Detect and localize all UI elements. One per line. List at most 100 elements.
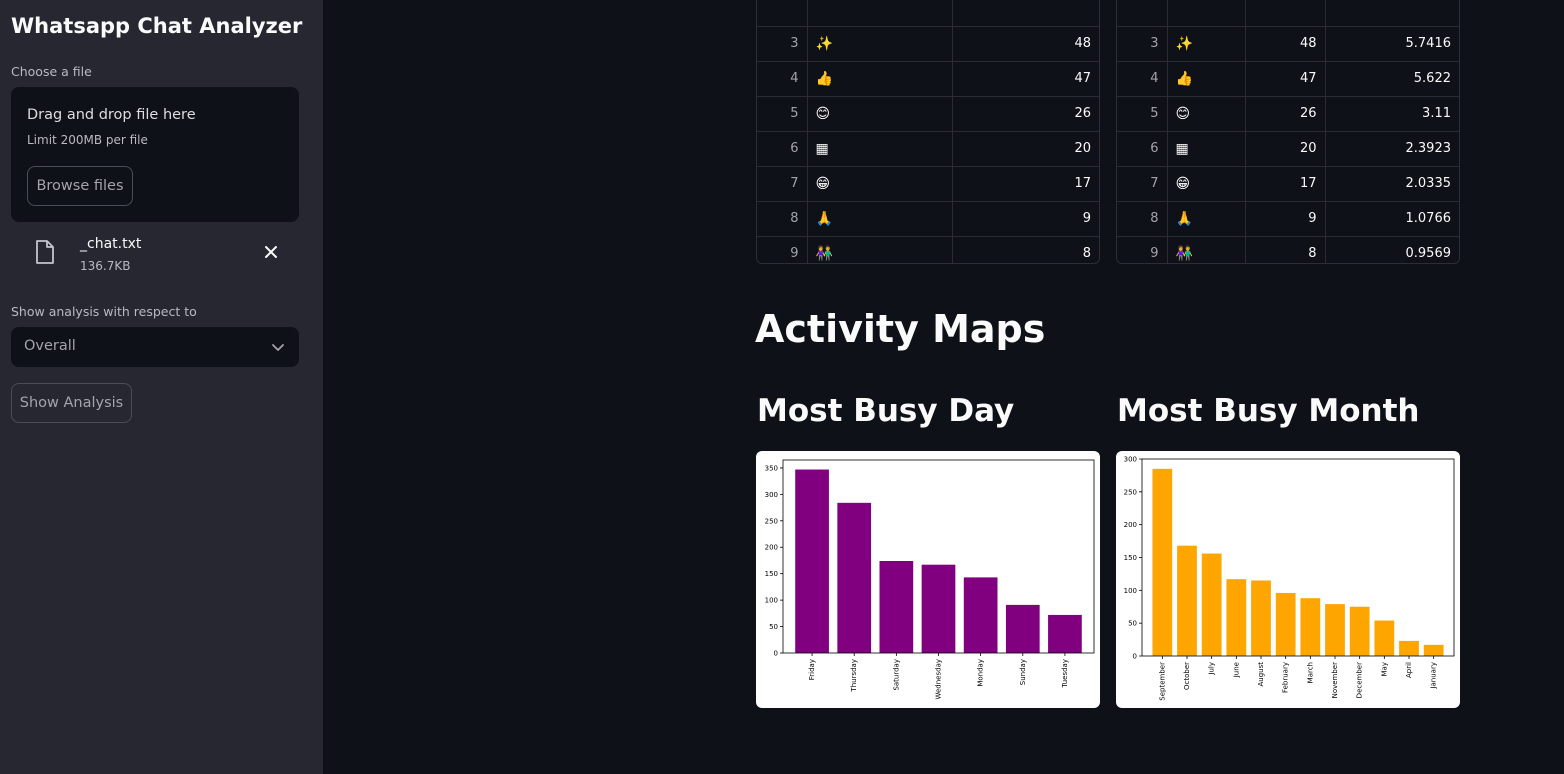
emoji-cell: 😊 (807, 96, 953, 132)
count-cell: 9 (1245, 201, 1326, 237)
busy-day-bar-chart: Friday Thursday Saturday Wednesday Monday Sun… (765, 459, 1095, 700)
uploaded-file: _chat.txt 136.7KB (11, 232, 299, 278)
x-tick-label: Tuesday (1061, 659, 1069, 688)
x-tick-label: Monday (977, 659, 985, 687)
row-index: 6 (1117, 131, 1168, 167)
count-cell: 47 (952, 61, 1099, 97)
busy-day-heading: Most Busy Day (757, 393, 1015, 429)
x-tick-label: Friday (808, 659, 816, 680)
x-tick-label: August (1257, 662, 1265, 687)
y-tick-label: 200 (1124, 521, 1137, 529)
count-cell: 26 (1245, 96, 1326, 132)
file-dropzone[interactable]: Drag and drop file here Limit 200MB per … (11, 87, 299, 222)
chevron-down-icon (272, 344, 284, 351)
table-row: 5 😊 26 (757, 96, 1099, 132)
emoji-cell: ▦ (1167, 131, 1246, 167)
percent-cell: 2.0335 (1325, 166, 1459, 202)
analysis-select[interactable]: Overall (11, 327, 299, 367)
table-row (1117, 0, 1459, 27)
x-tick-label: February (1282, 662, 1290, 693)
x-tick-label: Saturday (892, 659, 900, 691)
emoji-cell: 👫 (1167, 236, 1246, 263)
browse-files-button[interactable]: Browse files (27, 166, 133, 206)
table-row: 9 👫 8 0.9569 (1117, 236, 1459, 263)
count-cell: 47 (1245, 61, 1326, 97)
count-cell: 17 (1245, 166, 1326, 202)
x-tick-label: Wednesday (935, 659, 943, 700)
table-row: 9 👫 8 (757, 236, 1099, 263)
percent-cell: 2.3923 (1325, 131, 1459, 167)
x-tick-label: May (1380, 662, 1388, 676)
x-tick-label: July (1208, 662, 1216, 676)
emoji-cell: ▦ (807, 131, 953, 167)
y-tick-label: 50 (1128, 620, 1137, 628)
row-index: 5 (1117, 96, 1168, 132)
emoji-table-counts[interactable]: 3 ✨ 48 4 👍 47 5 😊 26 6 ▦ 20 7 😁 17 8 🙏 9 9 👫 8 (756, 0, 1100, 264)
y-tick-label: 300 (1124, 456, 1137, 464)
emoji-cell: 😁 (1167, 166, 1246, 202)
bar-tuesday (1048, 614, 1082, 653)
bar-march (1300, 598, 1321, 656)
row-index: 8 (757, 201, 808, 237)
count-cell: 48 (1245, 26, 1326, 62)
bar-sunday (1005, 604, 1040, 653)
percent-cell: 1.0766 (1325, 201, 1459, 237)
emoji-cell: 😁 (807, 166, 953, 202)
emoji-cell: 👍 (807, 61, 953, 97)
bar-november (1325, 604, 1345, 656)
table-row: 6 ▦ 20 2.3923 (1117, 131, 1459, 167)
show-analysis-button[interactable]: Show Analysis (11, 383, 132, 423)
y-tick-label: 150 (765, 570, 778, 578)
count-cell: 8 (1245, 236, 1326, 263)
bar-may (1374, 620, 1395, 656)
row-index: 3 (1117, 26, 1168, 62)
x-tick-label: December (1356, 662, 1364, 698)
emoji-percent-table: 3 ✨ 48 5.7416 4 👍 47 5.622 5 😊 26 3.11 6 ▦ 20 2.3923 7 😁 1… (1117, 0, 1459, 263)
table-cell (1245, 0, 1326, 27)
emoji-cell: ✨ (1167, 26, 1246, 62)
close-icon[interactable] (263, 244, 279, 260)
percent-cell: 0.9569 (1325, 236, 1459, 263)
table-row: 3 ✨ 48 (757, 26, 1099, 62)
table-row: 8 🙏 9 1.0766 (1117, 201, 1459, 237)
activity-maps-heading: Activity Maps (755, 307, 1046, 351)
table-cell (807, 0, 953, 27)
bar-august (1251, 580, 1271, 656)
x-tick-label: March (1306, 662, 1314, 683)
table-row: 4 👍 47 (757, 61, 1099, 97)
row-index: 8 (1117, 201, 1168, 237)
row-index: 9 (1117, 236, 1168, 263)
bar-monday (963, 577, 998, 653)
bar-july (1201, 553, 1222, 656)
file-name: _chat.txt (80, 236, 142, 252)
table-cell (1325, 0, 1459, 27)
emoji-table-percent[interactable]: 3 ✨ 48 5.7416 4 👍 47 5.622 5 😊 26 3.11 6 ▦ 20 2.3923 7 😁 1… (1116, 0, 1460, 264)
emoji-count-table: 3 ✨ 48 4 👍 47 5 😊 26 6 ▦ 20 7 😁 17 8 🙏 9 9 👫 8 (757, 0, 1099, 263)
dropzone-limit: Limit 200MB per file (27, 133, 148, 147)
row-index: 3 (757, 26, 808, 62)
busy-month-chart: September October July June August February Ma… (1116, 451, 1460, 708)
x-tick-label: September (1158, 662, 1166, 701)
table-row: 3 ✨ 48 5.7416 (1117, 26, 1459, 62)
count-cell: 9 (952, 201, 1099, 237)
emoji-cell: 🙏 (807, 201, 953, 237)
bar-thursday (837, 502, 872, 653)
table-row: 6 ▦ 20 (757, 131, 1099, 167)
y-tick-label: 0 (1133, 653, 1137, 661)
bar-saturday (879, 560, 914, 653)
x-tick-label: June (1232, 662, 1240, 678)
y-tick-label: 50 (769, 623, 778, 631)
emoji-cell: 🙏 (1167, 201, 1246, 237)
row-index: 5 (757, 96, 808, 132)
row-index: 6 (757, 131, 808, 167)
file-size: 136.7KB (80, 259, 131, 273)
file-uploader-label: Choose a file (11, 64, 92, 79)
row-index: 4 (1117, 61, 1168, 97)
emoji-cell: 😊 (1167, 96, 1246, 132)
busy-day-chart: Friday Thursday Saturday Wednesday Monday Sun… (756, 451, 1100, 708)
bar-december (1349, 606, 1370, 656)
count-cell: 48 (952, 26, 1099, 62)
y-tick-label: 250 (1124, 488, 1137, 496)
count-cell: 8 (952, 236, 1099, 263)
y-tick-label: 300 (765, 491, 778, 499)
